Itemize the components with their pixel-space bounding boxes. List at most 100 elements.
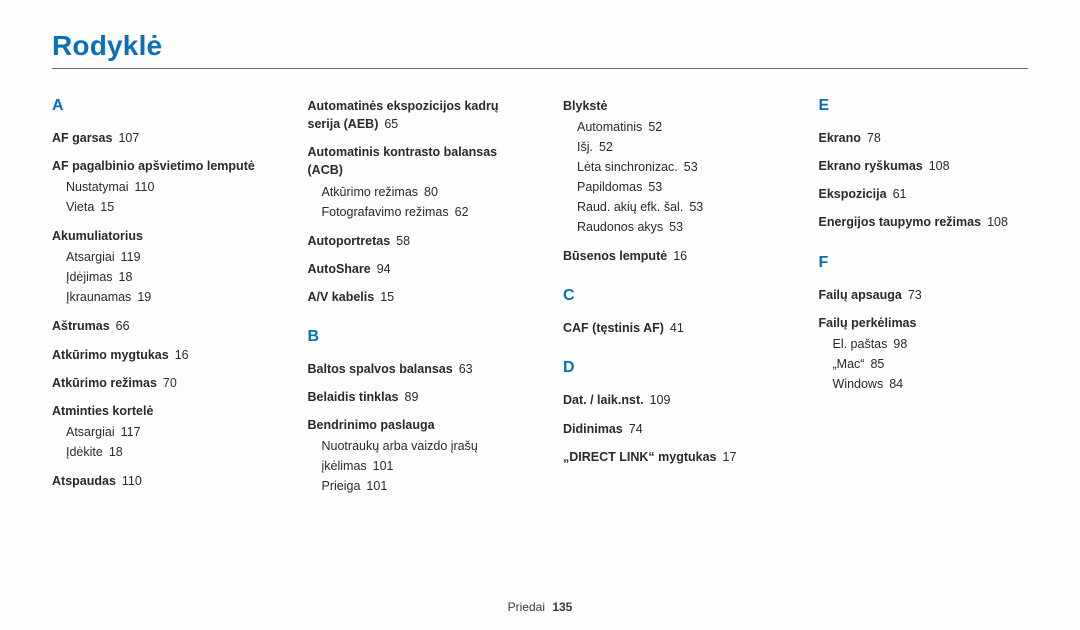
entry-heading[interactable]: AutoShare94 (308, 260, 518, 278)
subentry-page[interactable]: 53 (684, 160, 698, 174)
entry-heading[interactable]: Atkūrimo mygtukas16 (52, 346, 262, 364)
subentry[interactable]: Nustatymai110 (66, 177, 262, 197)
entry-page[interactable]: 58 (396, 234, 410, 248)
index-entry: CAF (tęstinis AF)41 (563, 319, 773, 337)
subentry-page[interactable]: 15 (100, 200, 114, 214)
entry-page[interactable]: 16 (673, 249, 687, 263)
entry-heading[interactable]: AF garsas107 (52, 129, 262, 147)
entry-heading[interactable]: Aštrumas66 (52, 317, 262, 335)
subentry-page[interactable]: 53 (669, 220, 683, 234)
index-entry: Atminties kortelė Atsargiai117Įdėkite18 (52, 402, 262, 462)
entry-page[interactable]: 78 (867, 131, 881, 145)
entry-page[interactable]: 15 (380, 290, 394, 304)
subentry-page[interactable]: 117 (121, 425, 141, 439)
subentry-page[interactable]: 98 (893, 337, 907, 351)
entry-heading[interactable]: Atminties kortelė (52, 402, 262, 420)
entry-page[interactable]: 17 (723, 450, 737, 464)
subentry[interactable]: Papildomas53 (577, 177, 773, 197)
index-entry: Atkūrimo mygtukas16 (52, 346, 262, 364)
subentry[interactable]: „Mac“85 (833, 354, 1029, 374)
entry-heading[interactable]: Atspaudas110 (52, 472, 262, 490)
subentry[interactable]: Windows84 (833, 374, 1029, 394)
entry-heading[interactable]: Dat. / laik.nst.109 (563, 391, 773, 409)
entry-heading[interactable]: A/V kabelis15 (308, 288, 518, 306)
entry-heading[interactable]: Didinimas74 (563, 420, 773, 438)
subentry-page[interactable]: 53 (689, 200, 703, 214)
index-entry: Energijos taupymo režimas108 (819, 213, 1029, 231)
entry-heading[interactable]: Belaidis tinklas89 (308, 388, 518, 406)
entry-heading[interactable]: CAF (tęstinis AF)41 (563, 319, 773, 337)
entry-page[interactable]: 66 (116, 319, 130, 333)
subentry[interactable]: Prieiga101 (322, 476, 518, 496)
column: AAF garsas107AF pagalbinio apšvietimo le… (52, 97, 262, 506)
entry-heading[interactable]: Ekrano78 (819, 129, 1029, 147)
subentry-page[interactable]: 19 (137, 290, 151, 304)
entry-heading[interactable]: AF pagalbinio apšvietimo lemputė (52, 157, 262, 175)
entry-page[interactable]: 108 (929, 159, 950, 173)
subentry-page[interactable]: 84 (889, 377, 903, 391)
entry-page[interactable]: 70 (163, 376, 177, 390)
entry-heading[interactable]: Ekrano ryškumas108 (819, 157, 1029, 175)
index-letter: D (563, 359, 773, 377)
entry-page[interactable]: 63 (459, 362, 473, 376)
subentry-page[interactable]: 18 (109, 445, 123, 459)
subentry[interactable]: Raudonos akys53 (577, 217, 773, 237)
subentry[interactable]: Įdėkite18 (66, 442, 262, 462)
subentry-page[interactable]: 101 (366, 479, 387, 493)
entry-heading[interactable]: Failų apsauga73 (819, 286, 1029, 304)
entry-heading[interactable]: Blykstė (563, 97, 773, 115)
entry-page[interactable]: 41 (670, 321, 684, 335)
subentry-page[interactable]: 80 (424, 185, 438, 199)
subentry-page[interactable]: 62 (455, 205, 469, 219)
subentry[interactable]: Įkraunamas19 (66, 287, 262, 307)
subentry-page[interactable]: 52 (648, 120, 662, 134)
entry-page[interactable]: 94 (377, 262, 391, 276)
subentry-page[interactable]: 119 (121, 250, 141, 264)
title-underline (52, 68, 1028, 69)
subentry-page[interactable]: 101 (373, 459, 394, 473)
entry-page[interactable]: 89 (405, 390, 419, 404)
index-entry: Atkūrimo režimas70 (52, 374, 262, 392)
subentry[interactable]: Išj.52 (577, 137, 773, 157)
entry-page[interactable]: 16 (175, 348, 189, 362)
subentry-page[interactable]: 52 (599, 140, 613, 154)
entry-heading[interactable]: Energijos taupymo režimas108 (819, 213, 1029, 231)
entry-page[interactable]: 73 (908, 288, 922, 302)
entry-page[interactable]: 108 (987, 215, 1008, 229)
subentry[interactable]: Fotografavimo režimas62 (322, 202, 518, 222)
subentry[interactable]: Vieta15 (66, 197, 262, 217)
entry-heading[interactable]: Ekspozicija61 (819, 185, 1029, 203)
index-entry: Ekrano78 (819, 129, 1029, 147)
entry-heading[interactable]: Baltos spalvos balansas63 (308, 360, 518, 378)
subentry-page[interactable]: 85 (870, 357, 884, 371)
entry-page[interactable]: 109 (650, 393, 671, 407)
entry-page[interactable]: 107 (118, 131, 139, 145)
entry-heading[interactable]: Failų perkėlimas (819, 314, 1029, 332)
subentry[interactable]: Lėta sinchronizac.53 (577, 157, 773, 177)
entry-heading[interactable]: Atkūrimo režimas70 (52, 374, 262, 392)
subentry[interactable]: Atkūrimo režimas80 (322, 182, 518, 202)
entry-page[interactable]: 65 (384, 117, 398, 131)
entry-heading[interactable]: Būsenos lemputė16 (563, 247, 773, 265)
entry-heading[interactable]: Akumuliatorius (52, 227, 262, 245)
subentry[interactable]: El. paštas98 (833, 334, 1029, 354)
subentry[interactable]: Įdėjimas18 (66, 267, 262, 287)
subentry-page[interactable]: 53 (648, 180, 662, 194)
entry-heading[interactable]: Automatinės ekspozicijos kadrų serija (A… (308, 97, 518, 133)
entry-heading[interactable]: Autoportretas58 (308, 232, 518, 250)
entry-page[interactable]: 110 (122, 474, 142, 488)
entry-page[interactable]: 61 (893, 187, 907, 201)
entry-heading[interactable]: Bendrinimo paslauga (308, 416, 518, 434)
entry-page[interactable]: 74 (629, 422, 643, 436)
subentry[interactable]: Automatinis52 (577, 117, 773, 137)
subentry[interactable]: Atsargiai119 (66, 247, 262, 267)
index-letter: C (563, 287, 773, 305)
subentry-page[interactable]: 18 (119, 270, 133, 284)
subentry[interactable]: Raud. akių efk. šal.53 (577, 197, 773, 217)
subentry[interactable]: Nuotraukų arba vaizdo įrašų įkėlimas101 (322, 436, 518, 476)
subentry-page[interactable]: 110 (135, 180, 155, 194)
entry-heading[interactable]: „DIRECT LINK“ mygtukas17 (563, 448, 773, 466)
entry-heading[interactable]: Automatinis kontrasto balansas (ACB) (308, 143, 518, 179)
subentry[interactable]: Atsargiai117 (66, 422, 262, 442)
column: Automatinės ekspozicijos kadrų serija (A… (308, 97, 518, 506)
